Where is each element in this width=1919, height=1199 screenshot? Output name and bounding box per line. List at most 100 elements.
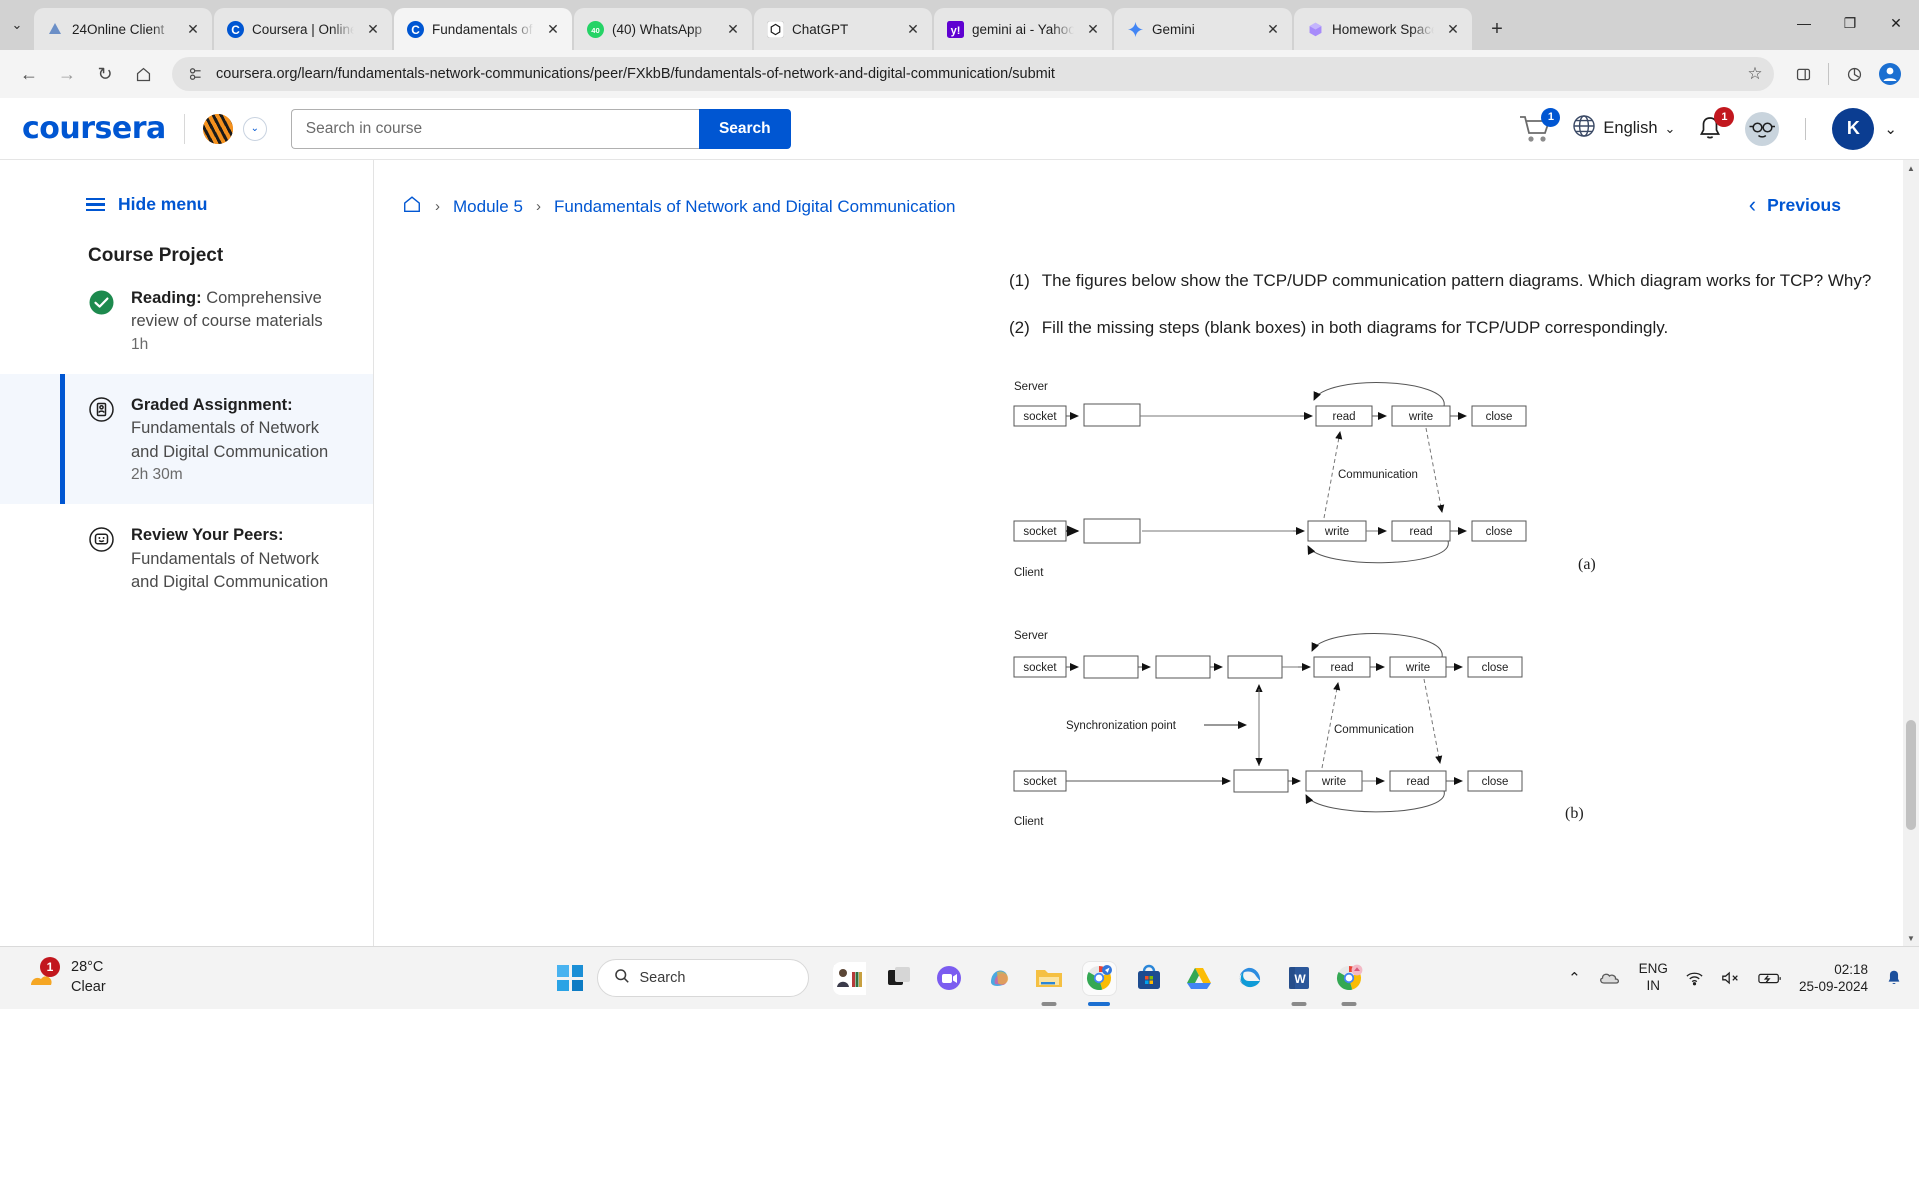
google-drive-icon[interactable] (1183, 962, 1216, 995)
edge-icon[interactable] (1233, 962, 1266, 995)
person-app-icon[interactable] (832, 961, 866, 995)
tab-close-icon[interactable]: ✕ (722, 18, 744, 40)
wifi-icon[interactable] (1685, 970, 1704, 986)
tab-close-icon[interactable]: ✕ (182, 18, 204, 40)
diagram-figures: Server Client socket read write close so… (1008, 370, 1919, 843)
new-tab-button[interactable]: + (1480, 12, 1514, 46)
tab-close-icon[interactable]: ✕ (1082, 18, 1104, 40)
svg-text:socket: socket (1023, 411, 1057, 423)
glasses-face-icon[interactable] (1745, 111, 1780, 146)
notifications-button[interactable]: 1 (1695, 106, 1735, 144)
back-button[interactable]: ← (12, 57, 46, 91)
tab-close-icon[interactable]: ✕ (362, 18, 384, 40)
extensions-icon[interactable] (1837, 57, 1871, 91)
file-explorer-icon[interactable] (1033, 962, 1066, 995)
browser-tab-1[interactable]: C Coursera | Online ✕ (214, 8, 392, 50)
language-indicator[interactable]: ENG IN (1639, 961, 1668, 995)
reload-button[interactable]: ↻ (88, 57, 122, 91)
breadcrumb-item-assignment[interactable]: Fundamentals of Network and Digital Comm… (554, 197, 956, 217)
check-circle-icon (88, 289, 115, 316)
tab-title: Fundamentals of (432, 21, 533, 37)
home-icon[interactable] (402, 194, 422, 219)
profile-icon[interactable] (1873, 57, 1907, 91)
browser-tab-5[interactable]: y! gemini ai - Yahoo ✕ (934, 8, 1112, 50)
close-window-button[interactable]: ✕ (1873, 0, 1919, 46)
browser-tab-7[interactable]: Homework Space ✕ (1294, 8, 1472, 50)
address-bar[interactable]: coursera.org/learn/fundamentals-network-… (172, 57, 1774, 91)
chrome-icon[interactable] (1082, 961, 1116, 995)
scrollbar-thumb[interactable] (1906, 720, 1916, 830)
browser-tab-2[interactable]: C Fundamentals of ✕ (394, 8, 572, 50)
language-line-1: ENG (1638, 961, 1668, 977)
tab-close-icon[interactable]: ✕ (542, 18, 564, 40)
main-content: › Module 5 › Fundamentals of Network and… (374, 160, 1919, 946)
onedrive-icon[interactable] (1598, 970, 1622, 986)
sidebar-item-graded-assignment[interactable]: Graded Assignment: Fundamentals of Networ… (0, 373, 373, 505)
search-input[interactable] (290, 108, 699, 149)
scroll-down-arrow-icon[interactable]: ▼ (1903, 930, 1919, 946)
previous-button[interactable]: ‹ Previous (1749, 192, 1841, 218)
forward-button[interactable]: → (50, 57, 84, 91)
svg-text:read: read (1332, 411, 1355, 423)
cart-button[interactable]: 1 (1518, 107, 1561, 144)
minimize-button[interactable]: — (1781, 0, 1827, 46)
tray-expand-chevron-icon[interactable]: ⌃ (1568, 969, 1581, 987)
notification-bell-icon[interactable] (1885, 969, 1903, 987)
battery-charging-icon[interactable] (1758, 971, 1782, 986)
question-text: The figures below show the TCP/UDP commu… (1041, 271, 1872, 290)
word-icon[interactable]: W (1283, 962, 1316, 995)
coursera-logo[interactable]: coursera (22, 111, 166, 146)
copilot-icon[interactable] (983, 962, 1016, 995)
sidebar-item-duration: 2h 30m (131, 466, 183, 484)
sidebar-item-title: Fundamentals of Network and Digital Comm… (131, 549, 329, 591)
communication-label: Communication (1338, 469, 1418, 481)
browser-tab-4[interactable]: ChatGPT ✕ (754, 8, 932, 50)
weather-text: 28°C Clear (71, 958, 106, 997)
volume-muted-icon[interactable] (1721, 970, 1741, 986)
browser-toolbar: ← → ↻ coursera.org/learn/fundamentals-ne… (0, 50, 1919, 98)
browser-tab-3[interactable]: 40 (40) WhatsApp ✕ (574, 8, 752, 50)
sidebar-item-reading[interactable]: Reading: Comprehensive review of course … (0, 267, 373, 374)
chrome-icon[interactable] (1333, 962, 1366, 995)
tab-close-icon[interactable]: ✕ (1262, 18, 1284, 40)
browser-tab-6[interactable]: Gemini ✕ (1114, 8, 1292, 50)
breadcrumb-item-module[interactable]: Module 5 (453, 197, 523, 217)
generic-page-icon (46, 20, 64, 38)
figure-b: Server Client socket read write close so… (1008, 623, 1919, 843)
home-icon[interactable] (126, 57, 160, 91)
previous-label: Previous (1767, 194, 1841, 215)
sidebar-item-peer-review[interactable]: Review Your Peers: Fundamentals of Networ… (0, 504, 373, 616)
weather-widget[interactable]: 1 28°C Clear (0, 957, 106, 997)
tab-close-icon[interactable]: ✕ (1442, 18, 1464, 40)
search-button[interactable]: Search (698, 108, 791, 149)
hide-menu-button[interactable]: Hide menu (0, 194, 373, 215)
taskbar-search[interactable]: Search (596, 959, 809, 997)
whatsapp-icon: 40 (586, 20, 604, 38)
user-menu[interactable]: K ⌄ (1832, 107, 1897, 150)
split-screen-icon[interactable] (1786, 57, 1820, 91)
clock[interactable]: 02:18 25-09-2024 (1799, 961, 1868, 996)
page-scrollbar[interactable]: ▲ ▼ (1903, 160, 1919, 946)
weather-clear-icon: 1 (26, 957, 60, 995)
language-selector[interactable]: English ⌄ (1572, 114, 1675, 143)
task-view-icon[interactable] (883, 962, 916, 995)
weather-alert-badge: 1 (40, 957, 60, 977)
browser-tab-0[interactable]: 24Online Client ✕ (34, 8, 212, 50)
udp-pattern-diagram: Server Client socket read write close so… (1013, 381, 1527, 579)
question-2: (2) Fill the missing steps (blank boxes)… (1009, 318, 1919, 338)
breadcrumb: › Module 5 › Fundamentals of Network and… (374, 160, 1919, 219)
microsoft-store-icon[interactable] (1133, 962, 1166, 995)
meet-video-icon[interactable] (933, 962, 966, 995)
sidebar-item-kind: Review Your Peers: (131, 526, 284, 545)
scroll-up-arrow-icon[interactable]: ▲ (1903, 160, 1919, 176)
bookmark-star-icon[interactable]: ☆ (1744, 63, 1766, 85)
org-switcher-chevron-icon[interactable]: ⌄ (242, 116, 267, 141)
toolbar-right-actions (1786, 57, 1907, 91)
tab-close-icon[interactable]: ✕ (902, 18, 924, 40)
tab-search-caret-icon[interactable]: ⌄ (0, 0, 34, 50)
svg-text:write: write (1408, 411, 1433, 423)
maximize-button[interactable]: ❐ (1827, 0, 1873, 46)
windows-start-icon[interactable] (554, 962, 587, 995)
site-settings-icon[interactable] (184, 63, 206, 85)
taskbar-center: Search W (554, 959, 1366, 997)
